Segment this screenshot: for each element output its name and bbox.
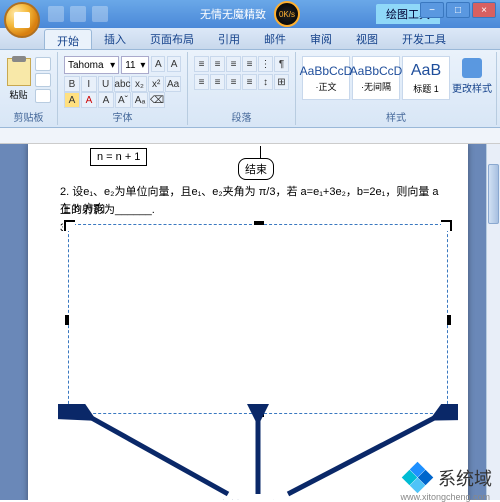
tab-mail[interactable]: 邮件 xyxy=(252,28,298,49)
style-no-spacing[interactable]: AaBbCcD·无间隔 xyxy=(352,56,400,100)
drawing-canvas[interactable] xyxy=(68,224,448,414)
minimize-button[interactable]: − xyxy=(420,2,444,18)
font-color-button[interactable]: A xyxy=(81,92,97,108)
indent-inc-button[interactable]: ⋮ xyxy=(258,56,273,72)
scroll-thumb[interactable] xyxy=(488,164,499,224)
subscript-button[interactable]: x₂ xyxy=(131,76,147,92)
tab-layout[interactable]: 页面布局 xyxy=(138,28,206,49)
font-name-combo[interactable]: Tahoma▾ xyxy=(64,56,119,74)
resize-handle-n[interactable] xyxy=(254,221,264,225)
tab-home[interactable]: 开始 xyxy=(44,29,92,49)
window-title: 无情无魔精致 0K/s xyxy=(200,1,300,27)
style-normal[interactable]: AaBbCcD·正文 xyxy=(302,56,350,100)
cut-button[interactable] xyxy=(35,57,51,71)
ribbon: 粘贴 剪贴板 Tahoma▾ 11▾ A A B I U abc x₂ xyxy=(0,50,500,128)
problem-2-line2: 上的射影为______. xyxy=(60,202,155,219)
superscript-button[interactable]: x² xyxy=(148,76,164,92)
vertical-scrollbar[interactable] xyxy=(486,144,500,500)
format-painter-button[interactable] xyxy=(35,89,51,103)
callout-text: 这就是画布 xyxy=(216,496,281,500)
tab-review[interactable]: 审阅 xyxy=(298,28,344,49)
line-spacing-button[interactable]: ↕ xyxy=(258,74,273,90)
tab-view[interactable]: 视图 xyxy=(344,28,390,49)
char-shading-button[interactable]: Aₐ xyxy=(132,92,148,108)
quick-access-toolbar xyxy=(48,6,108,22)
office-button[interactable] xyxy=(4,2,40,38)
flowchart-connector xyxy=(260,146,261,158)
show-marks-button[interactable]: ¶ xyxy=(274,56,289,72)
copy-button[interactable] xyxy=(35,73,51,87)
clear-format-button[interactable]: ⌫ xyxy=(149,92,165,108)
grow-font-button[interactable]: A xyxy=(151,56,165,72)
title-bar: 无情无魔精致 0K/s 绘图工具 − □ × xyxy=(0,0,500,28)
resize-handle-nw[interactable] xyxy=(63,219,75,231)
ribbon-tabs: 开始 插入 页面布局 引用 邮件 审阅 视图 开发工具 xyxy=(0,28,500,50)
horizontal-ruler[interactable] xyxy=(0,128,500,144)
watermark-logo-icon xyxy=(404,464,432,492)
shrink-font-button[interactable]: A xyxy=(167,56,181,72)
underline-button[interactable]: U xyxy=(98,76,114,92)
font-size-combo[interactable]: 11▾ xyxy=(121,56,149,74)
multilevel-button[interactable]: ≡ xyxy=(226,56,241,72)
phonetic-button[interactable]: Aˇ xyxy=(115,92,131,108)
speed-badge: 0K/s xyxy=(274,1,300,27)
align-right-button[interactable]: ≡ xyxy=(226,74,241,90)
resize-handle-w[interactable] xyxy=(65,315,69,325)
numbering-button[interactable]: ≡ xyxy=(210,56,225,72)
document-area: n = n + 1 结束 2. 设e₁、e₂为单位向量，且e₁、e₂夹角为 π/… xyxy=(0,144,486,500)
tab-references[interactable]: 引用 xyxy=(206,28,252,49)
maximize-button[interactable]: □ xyxy=(446,2,470,18)
strike-button[interactable]: abc xyxy=(114,76,130,92)
tab-developer[interactable]: 开发工具 xyxy=(390,28,458,49)
highlight-button[interactable]: A xyxy=(64,92,80,108)
italic-button[interactable]: I xyxy=(81,76,97,92)
bullets-button[interactable]: ≡ xyxy=(194,56,209,72)
group-label-clipboard: 剪贴板 xyxy=(0,109,57,124)
resize-handle-e[interactable] xyxy=(447,315,451,325)
change-case-button[interactable]: Aa xyxy=(165,76,181,92)
qat-redo-icon[interactable] xyxy=(92,6,108,22)
justify-button[interactable]: ≡ xyxy=(242,74,257,90)
resize-handle-ne[interactable] xyxy=(441,219,453,231)
callout-arrows xyxy=(58,404,458,500)
clipboard-icon xyxy=(7,58,31,86)
close-button[interactable]: × xyxy=(472,2,496,18)
char-border-button[interactable]: A xyxy=(98,92,114,108)
indent-dec-button[interactable]: ≡ xyxy=(242,56,257,72)
group-label-font: 字体 xyxy=(58,109,187,124)
watermark: 系统域 xyxy=(404,464,492,492)
style-heading1[interactable]: AaB标题 1 xyxy=(402,56,450,100)
watermark-text: 系统域 xyxy=(438,465,492,491)
page[interactable]: n = n + 1 结束 2. 设e₁、e₂为单位向量，且e₁、e₂夹角为 π/… xyxy=(28,144,468,500)
flowchart-box-end: 结束 xyxy=(238,158,274,180)
align-left-button[interactable]: ≡ xyxy=(194,74,209,90)
tab-insert[interactable]: 插入 xyxy=(92,28,138,49)
borders-button[interactable]: ⊞ xyxy=(274,74,289,90)
group-label-paragraph: 段落 xyxy=(188,109,295,124)
group-label-styles: 样式 xyxy=(296,109,496,124)
align-center-button[interactable]: ≡ xyxy=(210,74,225,90)
change-styles-icon xyxy=(462,58,482,78)
watermark-url: www.xitongcheng.com xyxy=(400,492,490,502)
qat-undo-icon[interactable] xyxy=(70,6,86,22)
flowchart-box-counter: n = n + 1 xyxy=(90,148,147,166)
qat-save-icon[interactable] xyxy=(48,6,64,22)
bold-button[interactable]: B xyxy=(64,76,80,92)
